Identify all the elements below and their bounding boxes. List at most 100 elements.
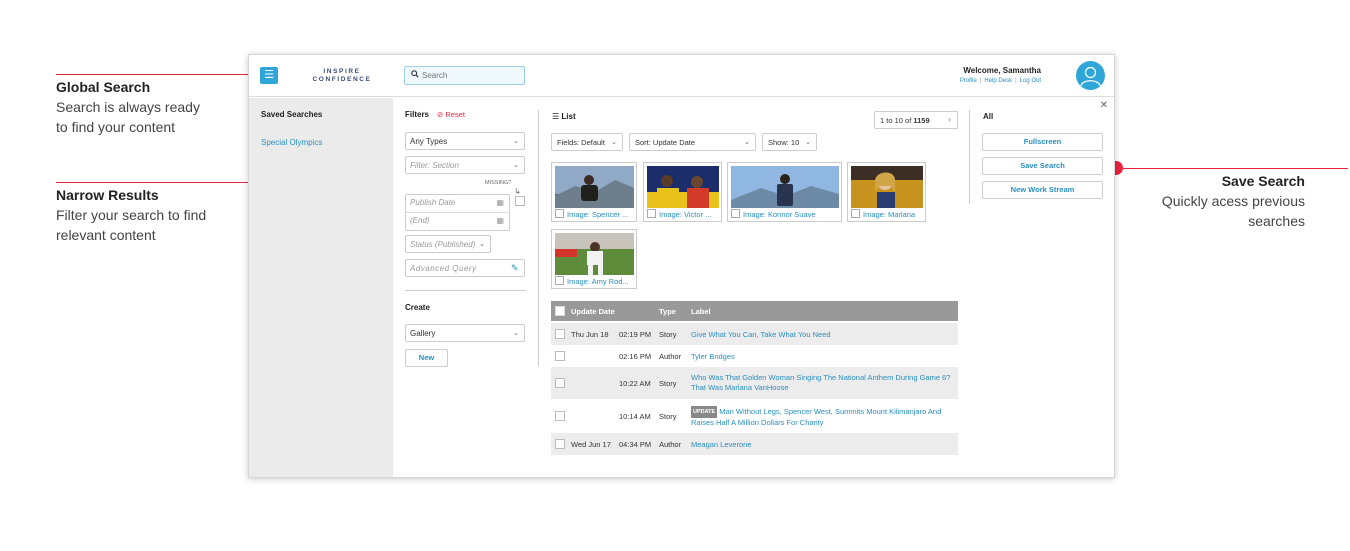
column-divider bbox=[969, 110, 970, 204]
close-icon[interactable]: ✕ bbox=[1100, 100, 1108, 111]
new-button[interactable]: New bbox=[405, 349, 448, 367]
calendar-icon[interactable]: ▦ bbox=[496, 198, 504, 207]
column-header-type[interactable]: Type bbox=[659, 307, 676, 316]
pager-total: 1159 bbox=[913, 116, 930, 125]
row-checkbox[interactable] bbox=[555, 439, 565, 449]
show-select-value: Show: 10 bbox=[768, 138, 800, 147]
thumbnail-label[interactable]: Image: Konnor Suave bbox=[743, 210, 841, 219]
thumbnail-label[interactable]: Image: Amy Rod... bbox=[567, 277, 635, 286]
hamburger-menu-icon[interactable]: ☰ bbox=[260, 67, 278, 84]
row-label-link[interactable]: Give What You Can, Take What You Need bbox=[691, 330, 951, 340]
brand-line1: INSPIRE bbox=[323, 68, 361, 75]
link-separator: | bbox=[1015, 78, 1017, 84]
table-row[interactable]: 10:22 AM Story Who Was That Golden Woman… bbox=[551, 367, 958, 399]
thumbnail-label[interactable]: Image: Victor ... bbox=[659, 210, 720, 219]
row-checkbox[interactable] bbox=[555, 329, 565, 339]
date-divider bbox=[406, 212, 509, 213]
global-search-box[interactable] bbox=[404, 66, 525, 85]
next-page-button[interactable]: › bbox=[942, 111, 958, 129]
pager-prefix: 1 to 10 of bbox=[880, 116, 912, 125]
row-time: 02:19 PM bbox=[619, 330, 652, 339]
list-title-label: List bbox=[561, 112, 576, 121]
thumbnail-card[interactable]: Image: Konnor Suave bbox=[727, 162, 842, 222]
thumbnail-checkbox[interactable] bbox=[731, 209, 740, 218]
thumbnail-image bbox=[555, 233, 634, 275]
thumbnail-label[interactable]: Image: Marlana bbox=[863, 210, 924, 219]
thumbnail-image bbox=[647, 166, 719, 208]
chevron-down-icon: ⌄ bbox=[479, 241, 485, 248]
help-desk-link[interactable]: Help Desk bbox=[984, 78, 1012, 84]
app-window: ☰ INSPIRE CONFIDENCE Welcome, Samantha P… bbox=[248, 54, 1115, 478]
thumbnail-image bbox=[555, 166, 634, 208]
save-search-button[interactable]: Save Search bbox=[982, 157, 1103, 175]
chevron-down-icon: ⌄ bbox=[513, 330, 519, 337]
missing-date-checkbox[interactable] bbox=[515, 196, 525, 206]
status-select[interactable]: Status (Published) ⌄ bbox=[405, 235, 491, 253]
row-date: Thu Jun 18 bbox=[571, 330, 609, 339]
thumbnail-card[interactable]: Image: Marlana bbox=[847, 162, 926, 222]
sort-select[interactable]: Sort: Update Date ⌄ bbox=[629, 133, 756, 151]
fields-select[interactable]: Fields: Default ⌄ bbox=[551, 133, 623, 151]
row-label-link[interactable]: UPDATE Man Without Legs, Spencer West, Su… bbox=[691, 406, 951, 428]
saved-searches-sidebar: Saved Searches Special Olympics bbox=[249, 98, 393, 477]
create-type-select[interactable]: Gallery ⌄ bbox=[405, 324, 525, 342]
thumbnail-checkbox[interactable] bbox=[851, 209, 860, 218]
end-date-input[interactable]: (End) bbox=[410, 216, 430, 225]
thumbnail-checkbox[interactable] bbox=[555, 276, 564, 285]
column-header-label[interactable]: Label bbox=[691, 307, 711, 316]
section-filter-select[interactable]: Filter: Section ⌄ bbox=[405, 156, 525, 174]
row-label-link[interactable]: Tyler Bridges bbox=[691, 352, 951, 362]
calendar-icon[interactable]: ▦ bbox=[496, 216, 504, 225]
pencil-icon[interactable]: ✎ bbox=[511, 263, 519, 274]
thumbnail-card[interactable]: Image: Amy Rod... bbox=[551, 229, 637, 289]
thumbnail-label[interactable]: Image: Spencer ... bbox=[567, 210, 635, 219]
new-work-stream-button[interactable]: New Work Stream bbox=[982, 181, 1103, 199]
avatar[interactable] bbox=[1076, 61, 1105, 90]
update-badge: UPDATE bbox=[691, 406, 718, 418]
missing-label: MISSING? bbox=[485, 180, 512, 186]
user-links: Profile | Help Desk | Log Out bbox=[957, 78, 1041, 84]
narrow-results-annotation-line2: relevant content bbox=[56, 227, 156, 243]
status-select-value: Status (Published) bbox=[410, 240, 476, 249]
advanced-query-placeholder: Advanced Query bbox=[410, 264, 477, 273]
save-search-annotation-line2: searches bbox=[1248, 213, 1305, 229]
publish-date-input[interactable]: Publish Date bbox=[410, 198, 455, 207]
type-select[interactable]: Any Types ⌄ bbox=[405, 132, 525, 150]
column-header-update-date[interactable]: Update Date bbox=[571, 307, 615, 316]
thumbnail-card[interactable]: Image: Spencer ... bbox=[551, 162, 637, 222]
thumbnail-checkbox[interactable] bbox=[555, 209, 564, 218]
section-filter-placeholder: Filter: Section bbox=[410, 161, 459, 170]
create-title: Create bbox=[405, 303, 430, 312]
advanced-query-input[interactable]: Advanced Query ✎ bbox=[405, 259, 525, 277]
table-row[interactable]: Wed Jun 17 04:34 PM Author Meagan Levero… bbox=[551, 433, 958, 455]
top-bar: ☰ INSPIRE CONFIDENCE Welcome, Samantha P… bbox=[249, 55, 1114, 97]
filters-title: Filters bbox=[405, 110, 430, 119]
saved-search-item-special-olympics[interactable]: Special Olympics bbox=[261, 138, 322, 147]
row-time: 10:22 AM bbox=[619, 379, 651, 388]
table-row[interactable]: Thu Jun 18 02:19 PM Story Give What You … bbox=[551, 323, 958, 345]
profile-link[interactable]: Profile bbox=[960, 78, 977, 84]
reset-icon: ⊘ bbox=[437, 110, 444, 119]
show-select[interactable]: Show: 10 ⌄ bbox=[762, 133, 817, 151]
right-panel-title: All bbox=[983, 112, 994, 121]
table-row[interactable]: 10:14 AM Story UPDATE Man Without Legs, S… bbox=[551, 399, 958, 433]
reset-button[interactable]: ⊘ Reset bbox=[437, 110, 465, 119]
global-search-input[interactable] bbox=[422, 69, 520, 82]
row-time: 04:34 PM bbox=[619, 440, 652, 449]
row-checkbox[interactable] bbox=[555, 378, 565, 388]
user-avatar-icon bbox=[1080, 66, 1101, 87]
row-date: Wed Jun 17 bbox=[571, 440, 611, 449]
row-checkbox[interactable] bbox=[555, 351, 565, 361]
row-checkbox[interactable] bbox=[555, 411, 565, 421]
row-label-link[interactable]: Meagan Leverone bbox=[691, 440, 951, 450]
select-all-checkbox[interactable] bbox=[555, 306, 565, 316]
table-row[interactable]: 02:16 PM Author Tyler Bridges bbox=[551, 345, 958, 367]
log-out-link[interactable]: Log Out bbox=[1020, 78, 1041, 84]
fields-select-value: Fields: Default bbox=[557, 138, 605, 147]
thumbnail-checkbox[interactable] bbox=[647, 209, 656, 218]
fullscreen-button[interactable]: Fullscreen bbox=[982, 133, 1103, 151]
link-separator: | bbox=[979, 78, 982, 84]
table-header: Update Date Type Label bbox=[551, 301, 958, 321]
thumbnail-card[interactable]: Image: Victor ... bbox=[643, 162, 722, 222]
row-label-link[interactable]: Who Was That Golden Woman Singing The Na… bbox=[691, 373, 951, 393]
